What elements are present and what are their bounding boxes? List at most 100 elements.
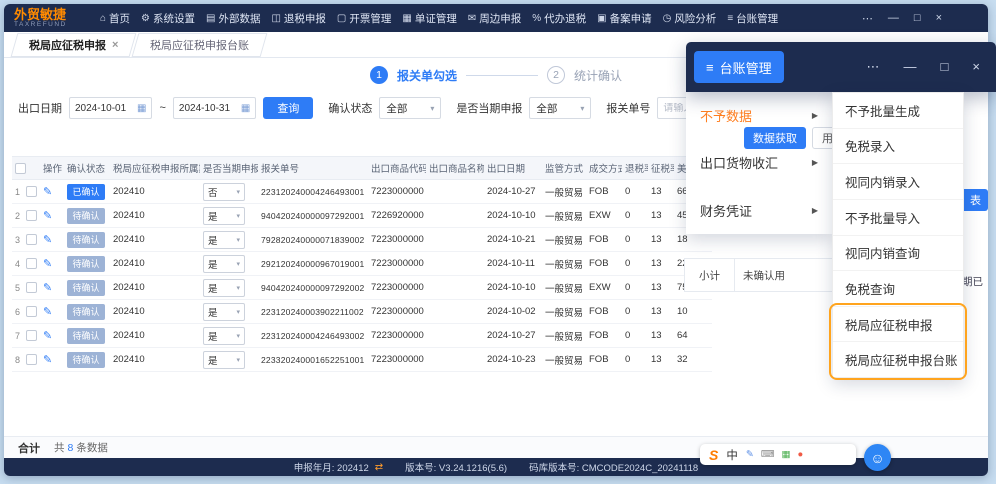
row-checkbox[interactable] xyxy=(26,234,37,245)
edit-icon[interactable]: ✎ xyxy=(43,209,52,222)
edit-icon[interactable]: ✎ xyxy=(43,281,52,294)
popup-submenu-item[interactable]: 免税录入 xyxy=(833,129,963,165)
edit-icon[interactable]: ✎ xyxy=(43,353,52,366)
table-cell: 一般贸易 xyxy=(545,331,584,343)
row-period-select[interactable]: 是 ▾ xyxy=(203,302,245,321)
calendar-icon[interactable]: ▦ xyxy=(137,103,146,114)
toolbox-icon[interactable]: ▦ xyxy=(782,449,791,460)
close-icon[interactable]: × xyxy=(936,12,942,24)
row-number: 3 xyxy=(15,234,21,245)
minimize-icon[interactable]: — xyxy=(888,12,899,24)
table-cell: ✎ xyxy=(40,281,64,294)
row-checkbox[interactable] xyxy=(26,258,37,269)
ime-lang-toggle[interactable]: 中 xyxy=(726,447,738,463)
edit-icon[interactable]: ✎ xyxy=(43,185,52,198)
ledger-mgmt-button[interactable]: ≡ 台账管理 xyxy=(694,51,784,83)
table-cell: 7 xyxy=(12,330,40,341)
table-cell: 5 xyxy=(12,282,40,293)
maximize-icon[interactable]: □ xyxy=(941,59,949,75)
ime-logo-icon[interactable]: S xyxy=(709,447,718,463)
nav-item-home[interactable]: ⌂ 首页 xyxy=(100,11,130,26)
row-period-select[interactable]: 是 ▾ xyxy=(203,230,245,249)
row-period-select[interactable]: 是 ▾ xyxy=(203,350,245,369)
row-number: 8 xyxy=(15,354,21,365)
maximize-icon[interactable]: □ xyxy=(914,12,921,24)
table-cell: 792820240000071839002 xyxy=(261,234,365,245)
table-cell: FOB xyxy=(589,354,609,365)
tab-tax-ledger[interactable]: 税局应征税申报台账 xyxy=(131,32,268,57)
submenu-arrow-icon: ▶ xyxy=(811,111,818,121)
table-cell: FOB xyxy=(589,306,609,317)
popup-submenu-item[interactable]: 免税查询 xyxy=(833,271,963,307)
popup-submenu-item[interactable]: 视同内销查询 xyxy=(833,236,963,272)
row-checkbox[interactable] xyxy=(26,354,37,365)
close-icon[interactable]: × xyxy=(972,59,980,75)
table-cell: 202410 xyxy=(113,186,145,197)
status-badge: 待确认 xyxy=(67,231,105,248)
app-topbar: 外贸敏捷 TAXREFUND ⌂ 首页 ⚙ 系统设置 ▤ 外部数据 ◫ 退税申报 ▢ 开票管理 ▦ 单… xyxy=(4,4,988,32)
record-icon[interactable]: ● xyxy=(798,449,804,460)
nav-item-filing-apply[interactable]: ▣ 备案申请 xyxy=(597,11,651,26)
keyboard-icon[interactable]: ⌨ xyxy=(761,449,775,460)
swap-period-icon[interactable]: ⇄ xyxy=(375,462,383,473)
more-icon[interactable]: ⋯ xyxy=(867,59,880,75)
row-checkbox[interactable] xyxy=(26,210,37,221)
table-cell: ✎ xyxy=(40,209,64,222)
table-cell: 7223000000 xyxy=(371,330,424,341)
status-badge: 待确认 xyxy=(67,255,105,272)
table-cell: 940420240000097292001 xyxy=(261,210,365,221)
tab-tax-declare[interactable]: 税局应征税申报 × xyxy=(10,32,137,57)
nav-item-external-data[interactable]: ▤ 外部数据 xyxy=(206,11,260,26)
table-cell: 2024-10-10 xyxy=(487,282,536,293)
nav-item-refund-declare[interactable]: ◫ 退税申报 xyxy=(271,11,325,26)
row-period-select[interactable]: 是 ▾ xyxy=(203,326,245,345)
popup-submenu-item[interactable]: 不予批量导入 xyxy=(833,200,963,236)
edit-icon[interactable]: ✎ xyxy=(43,329,52,342)
tab-close-icon[interactable]: × xyxy=(112,39,118,51)
nav-item-risk-analysis[interactable]: ◷ 风险分析 xyxy=(663,11,717,26)
calendar-icon[interactable]: ▦ xyxy=(241,103,250,114)
edit-icon[interactable]: ✎ xyxy=(43,233,52,246)
table-cell: 202410 xyxy=(113,330,145,341)
current-period-select[interactable]: 全部 ▾ xyxy=(529,97,592,119)
popup-submenu-item[interactable]: 税局应征税申报台账 xyxy=(833,342,963,377)
popup-menu-item[interactable]: 财务凭证 ▶ xyxy=(686,187,832,234)
edit-icon[interactable]: ✎ xyxy=(43,305,52,318)
nav-item-peripheral-declare[interactable]: ✉ 周边申报 xyxy=(468,11,521,26)
popup-submenu-item[interactable]: 不予批量生成 xyxy=(833,93,963,129)
nav-label: 台账管理 xyxy=(736,12,779,25)
nav-item-invoice-mgmt[interactable]: ▢ 开票管理 xyxy=(337,11,391,26)
table-header-cell: 出口商品代码 xyxy=(371,164,426,175)
nav-item-system-settings[interactable]: ⚙ 系统设置 xyxy=(141,11,195,26)
table-cell: FOB xyxy=(589,258,609,269)
minimize-icon[interactable]: — xyxy=(904,59,917,75)
select-all-checkbox[interactable] xyxy=(15,162,26,174)
row-checkbox[interactable] xyxy=(26,330,37,341)
row-period-select[interactable]: 是 ▾ xyxy=(203,254,245,273)
date-to-input[interactable]: ▦ xyxy=(172,97,257,119)
nav-item-document-mgmt[interactable]: ▦ 单证管理 xyxy=(402,11,456,26)
row-checkbox[interactable] xyxy=(26,186,37,197)
row-checkbox[interactable] xyxy=(26,306,37,317)
data-fetch-button[interactable]: 数据获取 xyxy=(744,127,806,149)
popup-submenu-item[interactable]: 视同内销录入 xyxy=(833,164,963,200)
table-cell: 223120240004246493002 xyxy=(261,330,365,341)
date-from-input[interactable]: ▦ xyxy=(69,97,153,119)
chevron-down-icon: ▾ xyxy=(236,236,240,244)
row-period-select[interactable]: 是 ▾ xyxy=(203,278,245,297)
edit-icon[interactable]: ✎ xyxy=(43,257,52,270)
status-badge: 待确认 xyxy=(67,303,105,320)
search-button[interactable]: 查询 xyxy=(263,97,314,119)
row-period-select[interactable]: 否 ▾ xyxy=(203,182,245,201)
row-checkbox[interactable] xyxy=(26,282,37,293)
assistant-robot-icon[interactable]: ☺ xyxy=(864,444,891,471)
more-icon[interactable]: ⋯ xyxy=(862,12,873,25)
nav-item-ledger-mgmt[interactable]: ≡ 台账管理 xyxy=(727,11,778,26)
row-number: 2 xyxy=(15,210,21,221)
row-period-select[interactable]: 是 ▾ xyxy=(203,206,245,225)
table-cell: 32 xyxy=(677,354,688,365)
popup-submenu-item[interactable]: 税局应征税申报 xyxy=(833,307,963,343)
nav-item-agent-refund[interactable]: % 代办退税 xyxy=(532,11,586,26)
pen-icon[interactable]: ✎ xyxy=(746,449,754,460)
confirm-status-select[interactable]: 全部 ▾ xyxy=(379,97,442,119)
